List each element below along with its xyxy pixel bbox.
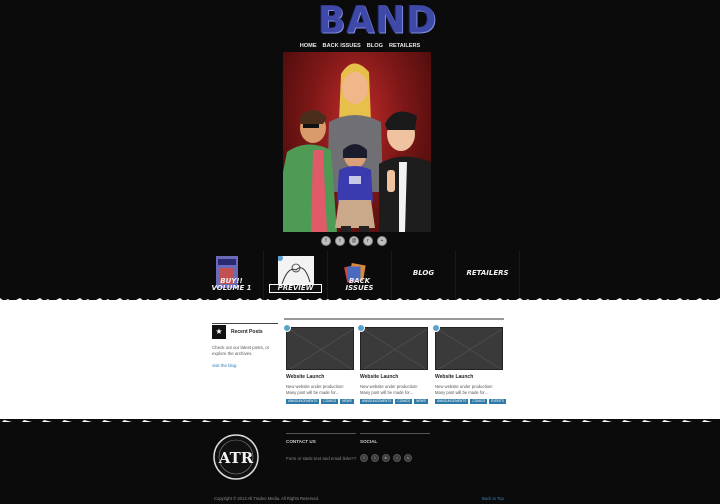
pin-icon	[432, 324, 440, 332]
share-icon[interactable]: +	[377, 236, 387, 246]
post-image-placeholder	[435, 327, 503, 370]
top-nav: HOME BACK ISSUES BLOG RETAILERS	[300, 40, 420, 52]
posts-divider	[284, 318, 504, 320]
hero-social-row: f t @ r +	[321, 236, 393, 246]
post-excerpt: New website under production! Many post …	[360, 384, 418, 395]
post-excerpt: New website under production! Many post …	[286, 384, 344, 395]
tag[interactable]: EVENTS	[489, 399, 506, 404]
footer-social-icons: f t in • s	[360, 454, 430, 462]
sections-strip: BUY!! VOLUME 1 PREVIEW BACK ISSUES BLOG …	[200, 250, 524, 300]
section-preview[interactable]: PREVIEW	[264, 250, 328, 300]
recent-posts-title: Recent Posts	[231, 329, 263, 335]
post-card[interactable]: Website Launch New website under product…	[283, 324, 354, 404]
post-image-placeholder	[360, 327, 428, 370]
contact-heading: CONTACT US	[286, 439, 316, 444]
divider	[286, 433, 356, 434]
copyright-text: Copyright © 2013 All Tradeo Media. All R…	[214, 496, 320, 501]
divider	[360, 433, 430, 434]
twitter-icon[interactable]: t	[335, 236, 345, 246]
post-card[interactable]: Website Launch New website under product…	[357, 324, 428, 404]
section-retailers[interactable]: RETAILERS	[456, 250, 520, 300]
star-icon: ★	[212, 325, 226, 339]
tag[interactable]: COMICS	[470, 399, 488, 404]
flickr-icon[interactable]: •	[393, 454, 401, 462]
contact-column: CONTACT US Form or static text and email…	[286, 433, 356, 461]
social-column: SOCIAL f t in • s	[360, 433, 430, 462]
tag[interactable]: COMICS	[395, 399, 413, 404]
section-label: BACK ISSUES	[345, 277, 374, 292]
facebook-icon[interactable]: f	[360, 454, 368, 462]
hero-band-illustration	[283, 52, 431, 232]
post-image-placeholder	[286, 327, 354, 370]
tag[interactable]: ANNOUNCEMENTS	[435, 399, 469, 404]
section-label: RETAILERS	[466, 269, 509, 277]
section-label: BLOG	[412, 269, 435, 277]
section-buy-volume-1[interactable]: BUY!! VOLUME 1	[200, 250, 264, 300]
torn-edge-top	[0, 298, 720, 303]
pin-icon	[283, 324, 291, 332]
section-label: PREVIEW	[269, 284, 322, 293]
tag[interactable]: COMICS	[321, 399, 339, 404]
atm-footer-logo[interactable]: ATR	[213, 434, 259, 480]
tag[interactable]: ANNOUNCEMENTS	[360, 399, 394, 404]
post-tags: ANNOUNCEMENTS COMICS EVENTS	[435, 399, 506, 404]
post-card[interactable]: Website Launch New website under product…	[432, 324, 506, 404]
facebook-icon[interactable]: f	[321, 236, 331, 246]
nav-back-issues[interactable]: BACK ISSUES	[323, 40, 361, 52]
post-title[interactable]: Website Launch	[360, 374, 428, 380]
email-icon[interactable]: @	[349, 236, 359, 246]
section-blog[interactable]: BLOG	[392, 250, 456, 300]
torn-edge-bottom	[0, 419, 720, 424]
section-label: BUY!! VOLUME 1	[211, 277, 252, 292]
recent-posts-sidebar: ★ Recent Posts Check out our latest post…	[212, 323, 278, 368]
band-logo[interactable]: BAND	[318, 1, 436, 41]
post-title[interactable]: Website Launch	[435, 374, 503, 380]
back-to-top-link[interactable]: Back to Top	[482, 496, 504, 501]
linkedin-icon[interactable]: in	[382, 454, 390, 462]
post-excerpt: New website under production! Many post …	[435, 384, 493, 395]
recent-posts-description: Check out our latest posts, or explore t…	[212, 345, 270, 356]
rss-icon[interactable]: r	[363, 236, 373, 246]
social-heading: SOCIAL	[360, 439, 378, 444]
twitter-icon[interactable]: t	[371, 454, 379, 462]
nav-home[interactable]: HOME	[300, 40, 317, 52]
nav-retailers[interactable]: RETAILERS	[389, 40, 420, 52]
svg-text:ATR: ATR	[218, 449, 254, 467]
pin-icon	[357, 324, 365, 332]
contact-text[interactable]: Form or static text and email links??	[286, 456, 356, 461]
recent-posts-header: ★ Recent Posts	[212, 323, 278, 339]
section-back-issues[interactable]: BACK ISSUES	[328, 250, 392, 300]
skype-icon[interactable]: s	[404, 454, 412, 462]
tag[interactable]: NEWS	[340, 399, 354, 404]
visit-blog-link[interactable]: visit the blog	[212, 363, 278, 368]
post-tags: ANNOUNCEMENTS COMICS NEWS	[360, 399, 428, 404]
post-title[interactable]: Website Launch	[286, 374, 354, 380]
nav-blog[interactable]: BLOG	[367, 40, 383, 52]
tag[interactable]: NEWS	[414, 399, 428, 404]
post-tags: ANNOUNCEMENTS COMICS NEWS	[286, 399, 354, 404]
tag[interactable]: ANNOUNCEMENTS	[286, 399, 320, 404]
